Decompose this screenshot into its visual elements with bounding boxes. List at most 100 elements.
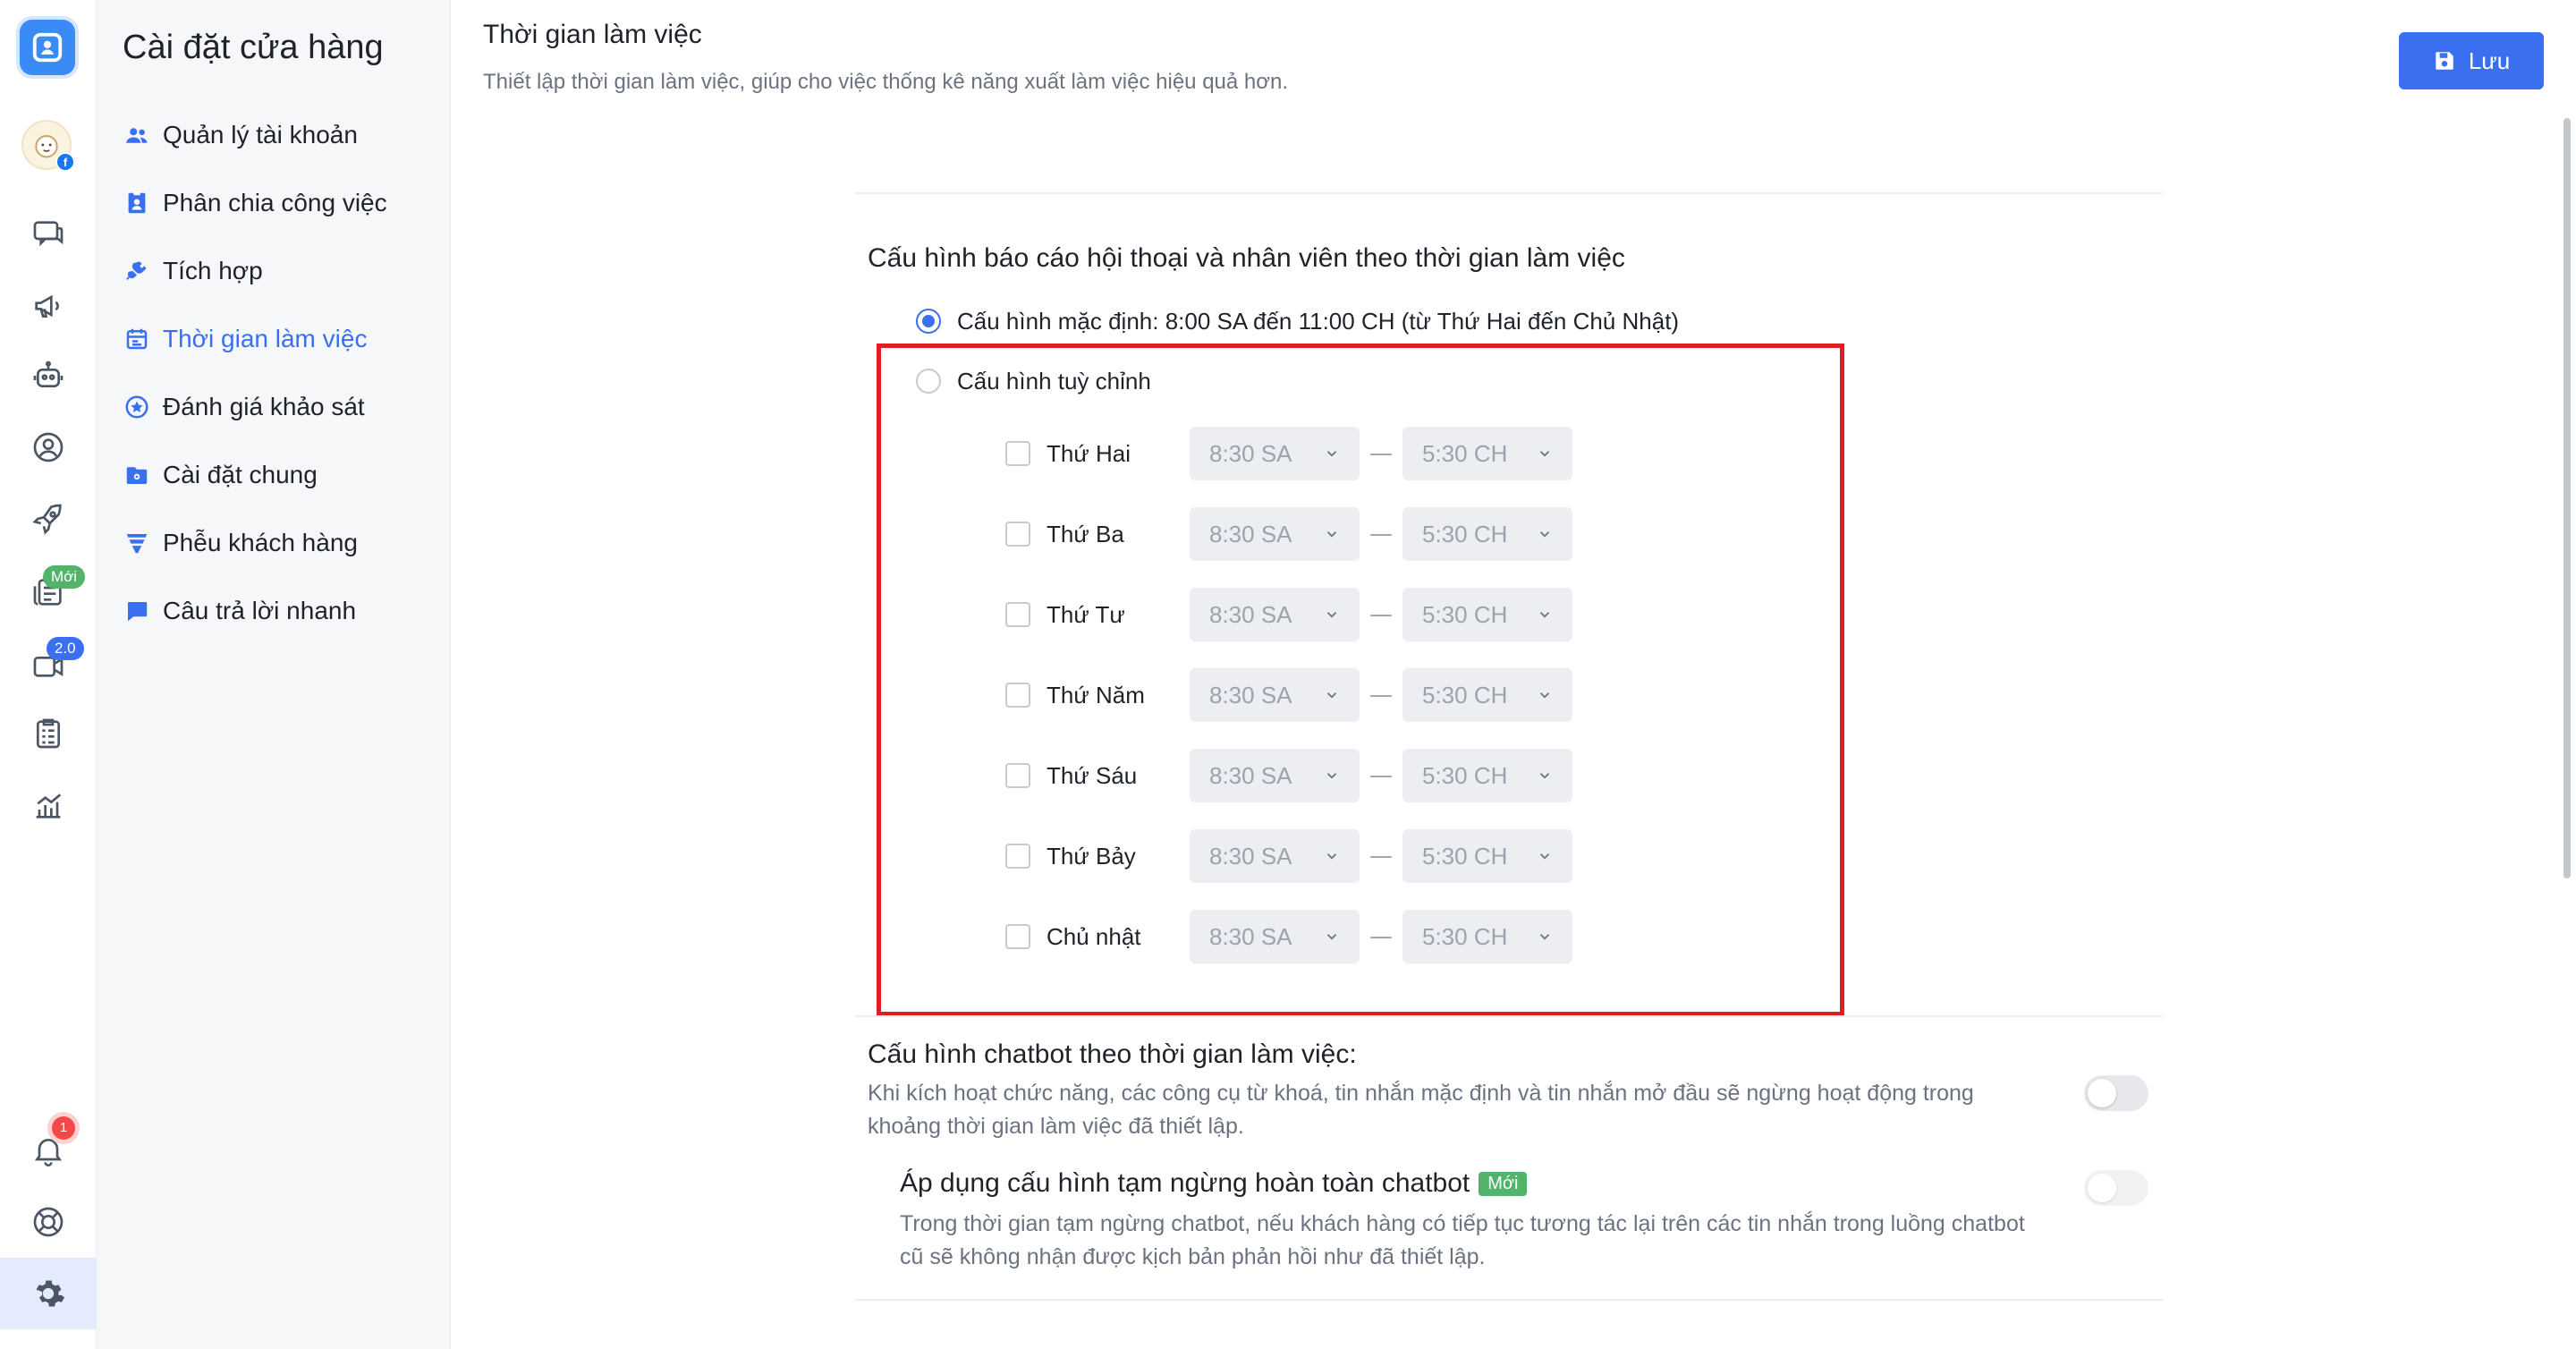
day-row-wednesday: Thứ Tư 8:30 SA — 5:30 CH (1005, 588, 1572, 641)
chatbot-config-description: Khi kích hoạt chức năng, các công cụ từ … (868, 1081, 1974, 1139)
pause-config-title: Áp dụng cấu hình tạm ngừng hoàn toàn cha… (900, 1168, 1528, 1199)
start-time-select[interactable]: 8:30 SA (1190, 507, 1360, 561)
save-button[interactable]: Lưu (2399, 32, 2544, 89)
day-checkbox[interactable] (1005, 602, 1030, 627)
megaphone-icon[interactable] (29, 286, 68, 326)
sidebar-item-label: Câu trả lời nhanh (163, 597, 357, 624)
day-row-thursday: Thứ Năm 8:30 SA — 5:30 CH (1005, 668, 1572, 722)
user-circle-icon[interactable] (29, 428, 68, 467)
rocket-icon[interactable] (29, 499, 68, 539)
custom-config-radio[interactable] (916, 369, 941, 394)
start-time-select[interactable]: 8:30 SA (1190, 829, 1360, 883)
sidebar-item-label: Phễu khách hàng (163, 529, 358, 556)
users-icon (126, 128, 148, 143)
chevron-down-icon (1326, 451, 1337, 457)
day-row-monday: Thứ Hai 8:30 SA — 5:30 CH (1005, 427, 1572, 480)
app-logo[interactable] (20, 20, 75, 75)
chevron-down-icon (1539, 692, 1550, 699)
robot-icon[interactable] (29, 356, 68, 395)
pause-chatbot-toggle[interactable] (2084, 1170, 2148, 1206)
time-separator: — (1369, 601, 1393, 628)
plug-icon (126, 261, 147, 280)
end-time-select[interactable]: 5:30 CH (1402, 829, 1572, 883)
end-time-select[interactable]: 5:30 CH (1402, 910, 1572, 963)
sidebar-item-customer-funnel[interactable]: Phễu khách hàng (123, 522, 358, 564)
contact-card-icon (32, 32, 63, 63)
new-tag: Mới (1479, 1171, 1528, 1196)
chevron-down-icon (1326, 692, 1337, 699)
day-row-saturday: Thứ Bảy 8:30 SA — 5:30 CH (1005, 829, 1572, 883)
day-checkbox[interactable] (1005, 924, 1030, 949)
end-time-value: 5:30 CH (1422, 922, 1508, 950)
day-checkbox[interactable] (1005, 844, 1030, 869)
id-badge-icon (128, 191, 146, 214)
custom-config-option[interactable]: Cấu hình tuỳ chỉnh (916, 366, 1151, 396)
sidebar-item-general-settings[interactable]: Cài đặt chung (123, 454, 318, 496)
sidebar-item-working-time[interactable]: Thời gian làm việc (123, 318, 367, 360)
sidebar-title: Cài đặt cửa hàng (123, 29, 384, 66)
default-config-option[interactable]: Cấu hình mặc định: 8:00 SA đến 11:00 CH … (916, 306, 1679, 336)
chevron-down-icon (1326, 773, 1337, 779)
page-avatar[interactable]: f (21, 120, 75, 172)
clipboard-list-icon[interactable] (29, 714, 68, 753)
start-time-value: 8:30 SA (1209, 600, 1292, 628)
start-time-value: 8:30 SA (1209, 761, 1292, 789)
sidebar-item-label: Đánh giá khảo sát (163, 393, 365, 420)
start-time-select[interactable]: 8:30 SA (1190, 910, 1360, 963)
day-label: Thứ Tư (1046, 600, 1125, 628)
day-label: Thứ Ba (1046, 520, 1124, 547)
end-time-select[interactable]: 5:30 CH (1402, 588, 1572, 641)
sidebar-item-integration[interactable]: Tích hợp (123, 250, 263, 292)
end-time-select[interactable]: 5:30 CH (1402, 749, 1572, 802)
default-config-radio[interactable] (916, 309, 941, 334)
settings-nav-button[interactable] (0, 1258, 97, 1329)
end-time-value: 5:30 CH (1422, 681, 1508, 708)
new-badge: Mới (43, 565, 86, 589)
start-time-value: 8:30 SA (1209, 520, 1292, 547)
analytics-icon[interactable] (29, 785, 68, 825)
day-checkbox[interactable] (1005, 441, 1030, 466)
day-row-tuesday: Thứ Ba 8:30 SA — 5:30 CH (1005, 507, 1572, 561)
sidebar-item-account-management[interactable]: Quản lý tài khoản (123, 115, 358, 156)
start-time-select[interactable]: 8:30 SA (1190, 668, 1360, 722)
chevron-down-icon (1539, 451, 1550, 457)
custom-config-label: Cấu hình tuỳ chỉnh (957, 367, 1151, 395)
day-checkbox[interactable] (1005, 763, 1030, 788)
sidebar-item-quick-replies[interactable]: Câu trả lời nhanh (123, 590, 356, 632)
start-time-select[interactable]: 8:30 SA (1190, 749, 1360, 802)
time-separator: — (1369, 843, 1393, 870)
day-label: Chủ nhật (1046, 922, 1141, 950)
chatbot-working-time-toggle[interactable] (2084, 1075, 2148, 1111)
chatbot-config-title: Cấu hình chatbot theo thời gian làm việc… (868, 1039, 1357, 1070)
end-time-select[interactable]: 5:30 CH (1402, 668, 1572, 722)
sidebar-item-task-assignment[interactable]: Phân chia công việc (123, 182, 387, 224)
end-time-select[interactable]: 5:30 CH (1402, 507, 1572, 561)
report-config-title: Cấu hình báo cáo hội thoại và nhân viên … (868, 243, 1625, 273)
start-time-value: 8:30 SA (1209, 439, 1292, 467)
conversations-icon[interactable] (29, 215, 68, 254)
folder-gear-icon (126, 467, 148, 484)
version-badge: 2.0 (47, 637, 84, 660)
sidebar-item-label: Cài đặt chung (163, 461, 318, 488)
chat-bubble-icon (128, 602, 148, 622)
chevron-down-icon (1326, 531, 1337, 538)
funnel-icon (126, 534, 148, 554)
day-checkbox[interactable] (1005, 683, 1030, 708)
divider (855, 1299, 2163, 1301)
day-checkbox[interactable] (1005, 522, 1030, 547)
save-button-label: Lưu (2468, 47, 2511, 74)
end-time-select[interactable]: 5:30 CH (1402, 427, 1572, 480)
day-row-friday: Thứ Sáu 8:30 SA — 5:30 CH (1005, 749, 1572, 802)
scrollbar[interactable] (2563, 118, 2571, 878)
start-time-select[interactable]: 8:30 SA (1190, 588, 1360, 641)
time-separator: — (1369, 682, 1393, 708)
sidebar-item-survey-rating[interactable]: Đánh giá khảo sát (123, 386, 365, 428)
end-time-value: 5:30 CH (1422, 761, 1508, 789)
icon-rail: f Mới 2.0 1 (0, 0, 97, 1349)
day-row-sunday: Chủ nhật 8:30 SA — 5:30 CH (1005, 910, 1572, 963)
start-time-select[interactable]: 8:30 SA (1190, 427, 1360, 480)
end-time-value: 5:30 CH (1422, 520, 1508, 547)
support-lifebuoy-icon[interactable] (29, 1202, 68, 1242)
facebook-icon: f (55, 152, 75, 172)
page-description: Thiết lập thời gian làm việc, giúp cho v… (483, 70, 1288, 94)
